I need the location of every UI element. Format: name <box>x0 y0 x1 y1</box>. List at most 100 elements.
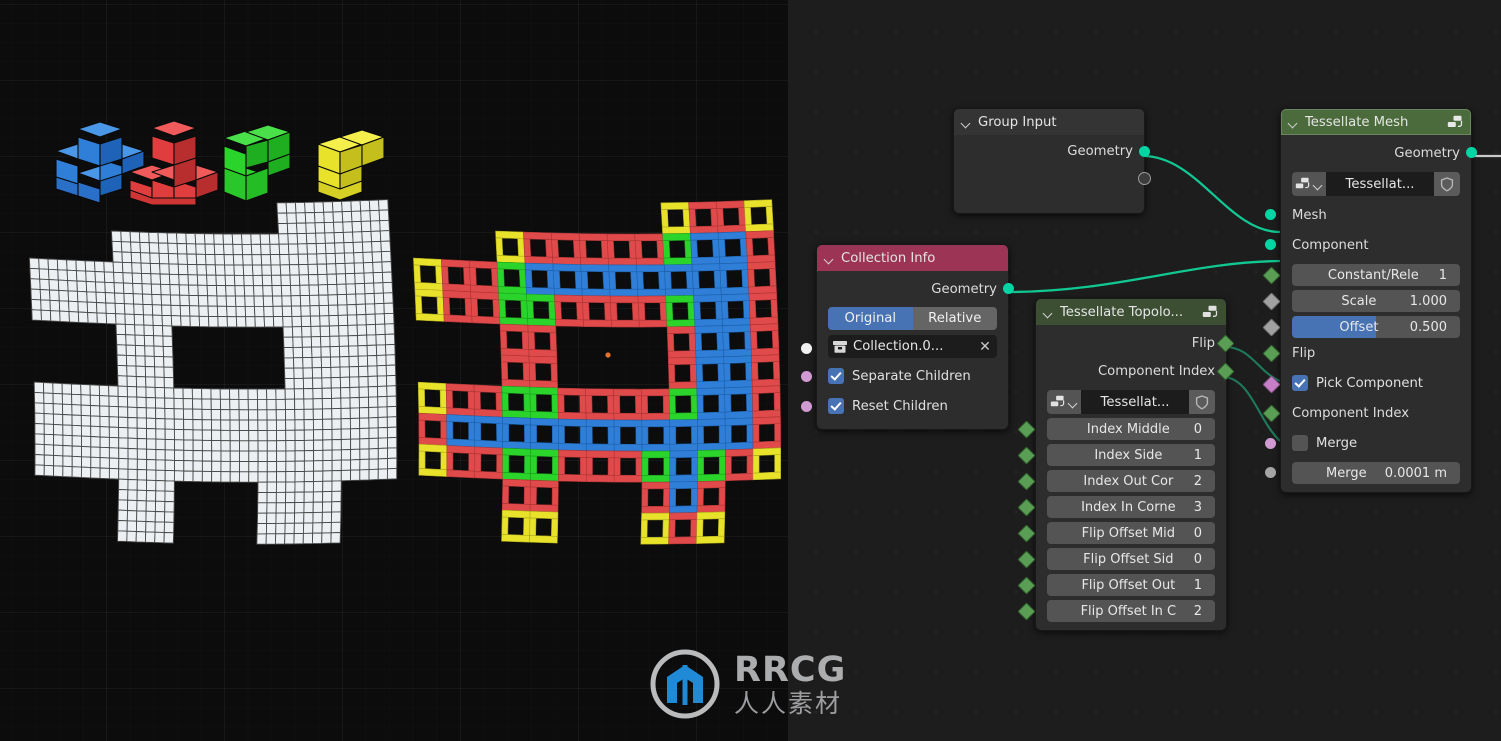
input-value-field[interactable]: Scale 1.000 <box>1292 290 1460 312</box>
chevron-down-icon[interactable] <box>1313 179 1324 190</box>
field-input[interactable]: Index Side 1 <box>1047 444 1215 466</box>
transform-space-toggle[interactable]: Original Relative <box>828 307 997 330</box>
socket-virtual-out[interactable] <box>1137 172 1151 185</box>
checkbox-reset-children[interactable]: Reset Children <box>817 391 1008 421</box>
mesh-input-row[interactable]: Flip <box>1261 338 1471 368</box>
socket-geometry-in[interactable] <box>1264 239 1276 250</box>
output-geometry[interactable]: Geometry <box>817 275 1014 303</box>
input-label-row[interactable]: Component Index <box>1281 398 1471 428</box>
topology-field-row[interactable]: Flip Offset Out 1 <box>1016 574 1226 596</box>
input-value-field[interactable]: Merge 0.0001 m <box>1292 462 1460 484</box>
input-label-row[interactable]: Flip <box>1281 338 1471 368</box>
mesh-input-row[interactable]: Scale 1.000 <box>1261 290 1471 312</box>
mesh-input-row[interactable]: Mesh <box>1264 200 1471 230</box>
node-group-icon <box>1050 395 1064 407</box>
input-value-field[interactable]: Offset 0.500 <box>1292 316 1460 338</box>
close-icon[interactable]: ✕ <box>977 339 993 355</box>
output-component-index[interactable]: Component Index <box>1036 357 1235 385</box>
checkbox-box[interactable] <box>1292 375 1308 391</box>
checkbox-box[interactable] <box>828 368 844 384</box>
node-group-icon-button[interactable] <box>1292 172 1326 196</box>
collection-selector[interactable]: Collection.0... ✕ <box>828 335 997 358</box>
node-group-icon-button[interactable] <box>1047 390 1081 414</box>
field-input[interactable]: Flip Offset In C 2 <box>1047 600 1215 622</box>
input-label-row[interactable]: Component <box>1281 230 1471 260</box>
input-checkbox-row[interactable]: Pick Component <box>1281 368 1471 398</box>
checkbox-label: Separate Children <box>852 368 971 384</box>
mesh-input-row[interactable]: Pick Component <box>1261 368 1471 398</box>
chevron-down-icon[interactable] <box>1288 117 1299 128</box>
field-input[interactable]: Flip Offset Mid 0 <box>1047 522 1215 544</box>
field-input[interactable]: Flip Offset Out 1 <box>1047 574 1215 596</box>
chevron-down-icon[interactable] <box>824 253 835 264</box>
3d-viewport[interactable] <box>0 0 788 741</box>
toggle-relative[interactable]: Relative <box>912 307 997 330</box>
field-input[interactable]: Index Middle 0 <box>1047 418 1215 440</box>
output-virtual[interactable] <box>954 164 1151 192</box>
topology-field-row[interactable]: Index Middle 0 <box>1016 418 1226 440</box>
node-group-input[interactable]: Group Input Geometry <box>953 108 1151 214</box>
socket-reset-children[interactable] <box>801 401 812 412</box>
mesh-input-row[interactable]: Constant/Rele 1 <box>1261 264 1471 286</box>
node-header[interactable]: Group Input <box>954 109 1144 135</box>
topology-field-row[interactable]: Index In Corne 3 <box>1016 496 1226 518</box>
toggle-original[interactable]: Original <box>828 307 913 330</box>
topology-field-row[interactable]: Index Out Cor 2 <box>1016 470 1226 492</box>
field-label: Index Middle <box>1086 421 1170 437</box>
input-label-row[interactable]: Mesh <box>1281 200 1471 230</box>
node-group-selector[interactable]: Tessellat... <box>1292 172 1460 196</box>
shield-icon-button[interactable] <box>1189 390 1215 414</box>
field-input[interactable]: Flip Offset Sid 0 <box>1047 548 1215 570</box>
output-flip[interactable]: Flip <box>1036 329 1235 357</box>
checkbox-box[interactable] <box>1292 435 1308 451</box>
output-geometry[interactable]: Geometry <box>954 139 1150 164</box>
shield-icon-button[interactable] <box>1434 172 1460 196</box>
node-header[interactable]: Collection Info <box>817 245 1008 271</box>
node-collection-info[interactable]: Collection Info Geometry Original Relati… <box>801 244 1014 430</box>
mesh-input-row[interactable]: Component Index <box>1261 398 1471 428</box>
node-group-name: Tessellat... <box>1326 172 1434 196</box>
input-value: 0.0001 m <box>1384 465 1447 481</box>
chevron-down-icon[interactable] <box>961 117 972 128</box>
node-header[interactable]: Tessellate Mesh <box>1281 109 1471 135</box>
topology-field-row[interactable]: Flip Offset Sid 0 <box>1016 548 1226 570</box>
mesh-input-row[interactable]: Merge <box>1264 428 1471 458</box>
node-editor[interactable]: Group Input Geometry Collection Info Geo… <box>788 0 1501 741</box>
socket-geometry-out[interactable] <box>1465 147 1477 158</box>
node-tessellate-topology[interactable]: Tessellate Topolo... Flip Component Inde… <box>1016 298 1235 631</box>
input-checkbox-row[interactable]: Merge <box>1281 428 1471 458</box>
mesh-input-row[interactable]: Offset 0.500 <box>1261 316 1471 338</box>
topology-field-row[interactable]: Flip Offset Mid 0 <box>1016 522 1226 544</box>
socket-geometry-in[interactable] <box>1264 209 1276 220</box>
topology-field-row[interactable]: Index Side 1 <box>1016 444 1226 466</box>
field-input[interactable]: Index Out Cor 2 <box>1047 470 1215 492</box>
field-value: 0 <box>1193 551 1202 567</box>
input-value-field[interactable]: Constant/Rele 1 <box>1292 264 1460 286</box>
checkbox-box[interactable] <box>828 398 844 414</box>
blender-screenshot: Group Input Geometry Collection Info Geo… <box>0 0 1501 741</box>
mesh-input-list: Mesh Component Constant/Rele 1 Scale 1.000 Off… <box>1261 200 1471 484</box>
node-tessellate-mesh[interactable]: Tessellate Mesh Geometry Tessellat... Me… <box>1261 108 1477 493</box>
output-geometry[interactable]: Geometry <box>1281 139 1477 167</box>
mesh-input-row[interactable]: Component <box>1264 230 1471 260</box>
input-label: Merge <box>1326 465 1367 481</box>
socket-separate-children[interactable] <box>801 371 812 382</box>
topology-field-row[interactable]: Flip Offset In C 2 <box>1016 600 1226 622</box>
chevron-down-icon[interactable] <box>1043 307 1054 318</box>
socket-geometry-out[interactable] <box>1138 146 1150 157</box>
mesh-input-row[interactable]: Merge 0.0001 m <box>1264 462 1471 484</box>
socket-collection-in[interactable] <box>801 343 812 354</box>
socket-bool-in[interactable] <box>1264 438 1276 449</box>
input-value: 1 <box>1438 267 1447 283</box>
field-value: 1 <box>1193 447 1202 463</box>
field-label: Flip Offset Mid <box>1081 525 1176 541</box>
socket-geometry-out[interactable] <box>1002 283 1014 294</box>
checkbox-separate-children[interactable]: Separate Children <box>817 361 1008 391</box>
socket-value-circ-in[interactable] <box>1264 467 1276 478</box>
field-input[interactable]: Index In Corne 3 <box>1047 496 1215 518</box>
shield-icon <box>1195 394 1209 410</box>
node-group-selector[interactable]: Tessellat... <box>1047 390 1215 414</box>
chevron-down-icon[interactable] <box>1068 397 1079 408</box>
node-header[interactable]: Tessellate Topolo... <box>1036 299 1226 325</box>
input-label: Component <box>1292 237 1369 253</box>
